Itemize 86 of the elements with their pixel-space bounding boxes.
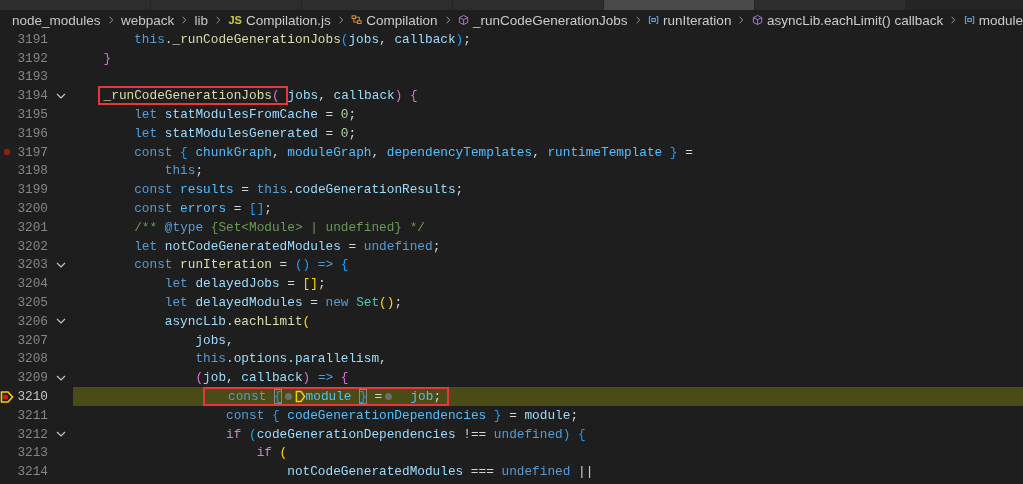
code-line: jobs, xyxy=(194,332,234,348)
matched-bracket: } xyxy=(359,389,367,405)
line-number: 3192 xyxy=(16,50,48,66)
chevron-right-icon xyxy=(444,14,451,26)
inline-breakpoint-icon[interactable] xyxy=(284,393,292,401)
code-line: } xyxy=(102,50,112,66)
editor-tab[interactable] xyxy=(453,0,604,10)
line-number: 3195 xyxy=(16,107,48,123)
chevron-right-icon xyxy=(634,14,641,26)
line-number: 3200 xyxy=(16,201,48,217)
line-number: 3202 xyxy=(16,238,48,254)
code-line: this; xyxy=(163,163,204,179)
chevron-right-icon xyxy=(738,14,745,26)
chevron-right-icon xyxy=(950,14,957,26)
line-number: 3213 xyxy=(16,445,48,461)
line-number: 3206 xyxy=(16,313,48,329)
breadcrumb-item[interactable]: webpack xyxy=(120,12,175,28)
js-file-icon: JS xyxy=(228,14,242,26)
code-line: let statModulesGenerated = 0; xyxy=(133,125,357,141)
code-line: const { chunkGraph, moduleGraph, dependencyTemplates, runtimeTemplate } = xyxy=(133,144,693,160)
line-number: 3197 xyxy=(16,144,48,160)
pointer-icon xyxy=(294,390,306,404)
code-line: const errors = []; xyxy=(133,201,272,217)
code-token: ; xyxy=(433,389,442,405)
line-number: 3191 xyxy=(16,31,48,47)
code-line: if ( xyxy=(255,445,288,461)
code-line: (job, callback) => { xyxy=(194,370,349,386)
cube-icon xyxy=(751,13,763,27)
breadcrumb-item[interactable]: runIteration xyxy=(663,12,732,28)
line-number: 3214 xyxy=(16,464,48,480)
code-line: jobs, callback) { xyxy=(287,88,418,104)
code-token: ( xyxy=(271,88,280,104)
code-line: const { codeGenerationDependencies } = module; xyxy=(225,407,579,423)
line-number: 3198 xyxy=(16,163,48,179)
editor-tab[interactable] xyxy=(604,0,755,10)
line-number: 3199 xyxy=(16,182,48,198)
class-icon xyxy=(351,13,363,27)
line-number: 3204 xyxy=(16,276,48,292)
code-token: module xyxy=(305,389,353,405)
code-line: let statModulesFromCache = 0; xyxy=(133,107,357,123)
code-line: this.options.parallelism, xyxy=(194,351,387,367)
breakpoint-icon[interactable] xyxy=(3,148,11,157)
code-line: let delayedModules = new Set(); xyxy=(163,295,403,311)
code-line: let delayedJobs = []; xyxy=(163,276,326,292)
line-number: 3201 xyxy=(16,219,48,235)
cube-icon xyxy=(457,13,469,27)
code-line: asyncLib.eachLimit( xyxy=(163,313,311,329)
line-number: 3208 xyxy=(16,351,48,367)
code-line: if (codeGenerationDependencies !== undefined) { xyxy=(225,426,586,442)
chevron-right-icon xyxy=(181,14,188,26)
chevron-right-icon xyxy=(107,14,114,26)
breadcrumb-item[interactable]: lib xyxy=(194,12,209,28)
code-token: const xyxy=(228,389,268,405)
breadcrumb-item[interactable]: asyncLib.eachLimit() callback xyxy=(766,12,944,28)
code-token: = xyxy=(373,389,383,405)
line-number: 3194 xyxy=(16,88,48,104)
inline-breakpoint-icon[interactable] xyxy=(385,393,393,401)
breadcrumb-item[interactable]: Compilation xyxy=(366,12,438,28)
line-number: 3205 xyxy=(16,295,48,311)
line-number: 3211 xyxy=(16,407,48,423)
breadcrumb-item[interactable]: module xyxy=(978,12,1023,28)
chevron-right-icon xyxy=(215,14,222,26)
line-number: 3212 xyxy=(16,426,48,442)
line-number: 3193 xyxy=(16,69,48,85)
variable-icon xyxy=(647,13,660,27)
chevron-right-icon xyxy=(337,14,345,26)
line-number: 3209 xyxy=(16,370,48,386)
line-number: 3210 xyxy=(16,389,48,405)
breadcrumb-item[interactable]: _runCodeGenerationJobs xyxy=(473,12,628,28)
line-number: 3203 xyxy=(16,257,48,273)
code-line: let notCodeGeneratedModules = undefined; xyxy=(133,238,441,254)
code-token: _runCodeGenerationJobs xyxy=(103,88,272,104)
matched-bracket: { xyxy=(273,389,282,405)
breadcrumb-item[interactable]: node_modules xyxy=(12,12,101,28)
code-line: this._runCodeGenerationJobs(jobs, callback); xyxy=(133,31,471,47)
code-line: const results = this.codeGenerationResults; xyxy=(133,182,464,198)
code-line: notCodeGeneratedModules === undefined || xyxy=(286,464,594,480)
code-line: const runIteration = () => { xyxy=(133,257,349,273)
code-line: /** @type {Set<Module> | undefined} */ xyxy=(133,219,425,235)
code-token: job xyxy=(409,389,434,405)
variable-icon xyxy=(963,13,975,27)
editor-tab[interactable] xyxy=(755,0,906,10)
line-number: 3207 xyxy=(16,332,48,348)
line-number: 3196 xyxy=(16,125,48,141)
breadcrumb-item[interactable]: Compilation.js xyxy=(245,12,331,28)
debug-pointer-icon[interactable] xyxy=(0,389,14,404)
